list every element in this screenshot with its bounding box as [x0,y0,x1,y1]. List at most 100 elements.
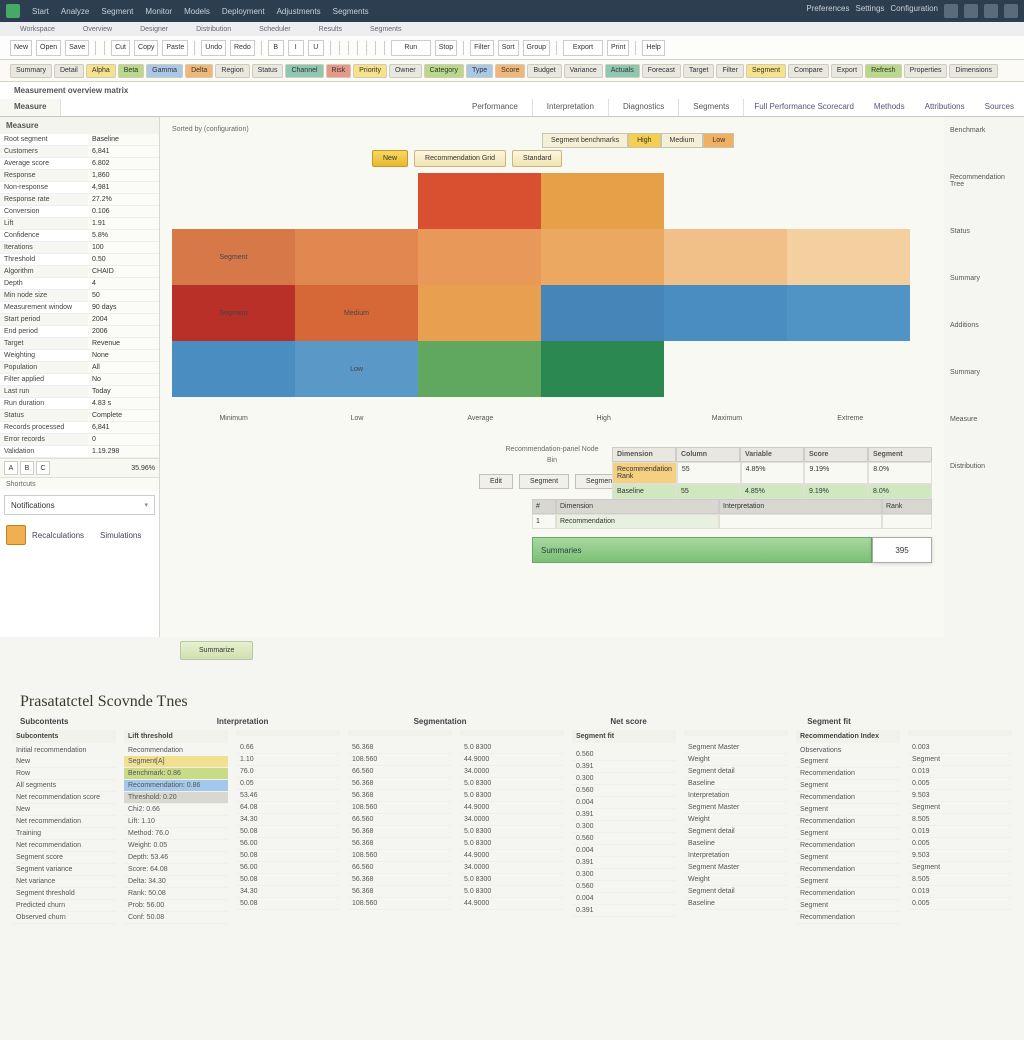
tab-measure[interactable]: Measure [0,99,61,116]
prop-row[interactable]: End period2006 [0,326,159,338]
heatmap-cell[interactable]: Medium [295,285,418,341]
toolbar-button[interactable]: Print [607,40,629,56]
prop-row[interactable]: StatusComplete [0,410,159,422]
toolbar-chip[interactable]: Detail [54,64,84,78]
toolbar-chip[interactable]: Segment [746,64,786,78]
prop-row[interactable]: WeightingNone [0,350,159,362]
toolbar-button[interactable]: Cut [111,40,130,56]
heatmap-grid[interactable]: SegmentSegmentMediumLow [172,173,912,413]
toolbar-button[interactable]: Help [642,40,664,56]
toolbar-chip[interactable]: Properties [904,64,948,78]
prop-row[interactable]: Start period2004 [0,314,159,326]
heatmap-cell[interactable]: Segment [172,229,295,285]
toolbar-button[interactable]: Redo [230,40,255,56]
window-icon[interactable] [1004,4,1018,18]
toolbar-button[interactable]: Sort [498,40,519,56]
menu-item[interactable]: Start [32,7,49,16]
toolbar-chip[interactable]: Dimensions [949,64,998,78]
heatmap-cell[interactable] [418,285,541,341]
menu-item[interactable]: Segments [333,7,369,16]
toolbar-chip[interactable]: Budget [527,64,561,78]
toolbar-chip[interactable]: Owner [389,64,422,78]
toolbar-chip[interactable]: Alpha [86,64,116,78]
menu-item[interactable]: Adjustments [277,7,321,16]
menu-right-item[interactable]: Preferences [806,4,849,18]
toolbar-chip[interactable]: Gamma [146,64,183,78]
mini-tab[interactable]: Low [703,133,734,148]
heatmap-cell[interactable] [418,173,541,229]
toolbar-button[interactable]: B [268,40,284,56]
tab[interactable]: Diagnostics [609,99,679,116]
sub-item[interactable]: Workspace [20,26,55,33]
prop-row[interactable]: Run duration4.83 s [0,398,159,410]
sub-item[interactable]: Overview [83,26,112,33]
menu-right-item[interactable]: Configuration [890,4,938,18]
toolbar-chip[interactable]: Summary [10,64,52,78]
menu-item[interactable]: Models [184,7,210,16]
prop-row[interactable]: Measurement window90 days [0,302,159,314]
toolbar-chip[interactable]: Channel [285,64,323,78]
window-icon[interactable] [944,4,958,18]
mini-tab[interactable]: Segment benchmarks [542,133,628,148]
mini-tab[interactable]: Medium [661,133,704,148]
heatmap-cell[interactable] [418,229,541,285]
menu-item[interactable]: Segment [101,7,133,16]
prop-row[interactable]: Records processed6,841 [0,422,159,434]
canvas-mini-button[interactable]: Edit [479,474,513,489]
toolbar-chip[interactable]: Score [495,64,525,78]
heatmap-cell[interactable] [541,173,664,229]
heatmap-cell[interactable] [541,341,664,397]
prop-row[interactable]: Confidence5.8% [0,230,159,242]
toolbar-chip[interactable]: Target [683,64,714,78]
heatmap-cell[interactable] [664,285,787,341]
tab[interactable]: Segments [679,99,744,116]
heatmap-cell[interactable] [541,285,664,341]
toolbar-button[interactable]: New [10,40,32,56]
toolbar-chip[interactable]: Forecast [642,64,681,78]
toolbar-button[interactable]: Save [65,40,89,56]
sub-item[interactable]: Scheduler [259,26,291,33]
tab[interactable]: Interpretation [533,99,609,116]
toolbar-button[interactable]: Copy [134,40,158,56]
search-value-field[interactable]: 395 [872,537,932,563]
toolbar-button[interactable]: Open [36,40,61,56]
toolbar-button[interactable]: I [288,40,304,56]
prop-row[interactable]: Average score6.802 [0,158,159,170]
canvas-button[interactable]: New [372,150,408,167]
heatmap-cell[interactable]: Low [295,341,418,397]
tab-right[interactable]: Full Performance Scorecard [744,99,864,116]
toolbar-chip[interactable]: Beta [118,64,144,78]
canvas-button[interactable]: Standard [512,150,562,167]
prop-row[interactable]: Error records0 [0,434,159,446]
toolbar-chip[interactable]: Category [424,64,464,78]
sub-item[interactable]: Designer [140,26,168,33]
toolbar-chip[interactable]: Delta [185,64,213,78]
toolbar-button[interactable]: Run [391,40,431,56]
menu-item[interactable]: Monitor [145,7,172,16]
prop-row[interactable]: Conversion0.106 [0,206,159,218]
heatmap-cell[interactable] [541,229,664,285]
toolbar-button[interactable]: Paste [162,40,188,56]
toolbar-button[interactable]: Export [563,40,603,56]
prop-row[interactable]: Last runToday [0,386,159,398]
menu-right-item[interactable]: Settings [856,4,885,18]
heatmap-cell[interactable] [172,341,295,397]
prop-row[interactable]: Threshold0.50 [0,254,159,266]
heatmap-cell[interactable] [418,341,541,397]
heatmap-cell[interactable] [664,229,787,285]
toolbar-chip[interactable]: Type [466,64,493,78]
toolbar-chip[interactable]: Actuals [605,64,640,78]
prop-tool-button[interactable]: A [4,461,18,475]
toolbar-button[interactable]: Group [523,40,550,56]
menu-item[interactable]: Deployment [222,7,265,16]
toolbar-button[interactable]: Undo [201,40,226,56]
prop-row[interactable]: PopulationAll [0,362,159,374]
sub-item[interactable]: Results [319,26,342,33]
prop-row[interactable]: Depth4 [0,278,159,290]
toolbar-chip[interactable]: Variance [564,64,603,78]
prop-row[interactable]: Root segmentBaseline [0,134,159,146]
mini-tab[interactable]: High [628,133,660,148]
calculator-icon[interactable] [6,525,26,545]
toolbar-chip[interactable]: Status [252,64,284,78]
window-icon[interactable] [984,4,998,18]
